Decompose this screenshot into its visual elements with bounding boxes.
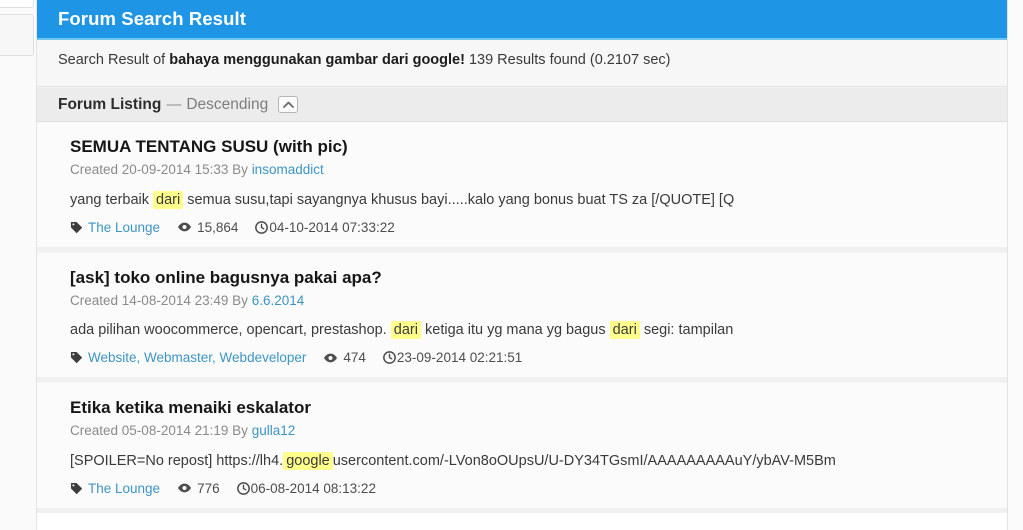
result-snippet: yang terbaik dari semua susu,tapi sayang… bbox=[70, 190, 986, 211]
result-author-link[interactable]: 6.6.2014 bbox=[252, 293, 305, 308]
result-tags-link[interactable]: The Lounge bbox=[88, 481, 160, 496]
result-date-group: 23-09-2014 02:21:51 bbox=[382, 350, 523, 366]
chevron-up-glyph bbox=[282, 101, 294, 108]
eye-glyph bbox=[178, 483, 192, 493]
eye-glyph bbox=[324, 353, 338, 362]
summary-query: bahaya menggunakan gambar dari google! bbox=[169, 52, 465, 68]
search-summary: Search Result of bahaya menggunakan gamb… bbox=[37, 40, 1007, 87]
result-meta: Website, Webmaster, Webdeveloper 474 23-… bbox=[70, 350, 986, 365]
snippet-highlight: google bbox=[283, 451, 333, 470]
result-views-group: 15,864 bbox=[177, 220, 238, 235]
forum-search-panel: Forum Search Result Search Result of bah… bbox=[36, 0, 1008, 530]
result-date: 04-10-2014 07:33:22 bbox=[269, 219, 395, 235]
result-date: 06-08-2014 08:13:22 bbox=[250, 480, 376, 496]
clock-glyph bbox=[382, 351, 396, 364]
snippet-text: semua susu,tapi sayangnya khusus bayi...… bbox=[183, 191, 735, 208]
result-created-line: Created 20-09-2014 15:33 By insomaddict bbox=[70, 160, 986, 180]
eye-icon bbox=[177, 482, 192, 494]
created-label: Created bbox=[70, 162, 119, 178]
result-views-count: 776 bbox=[197, 480, 220, 496]
clock-icon bbox=[255, 220, 269, 234]
snippet-text: yang terbaik bbox=[70, 191, 154, 208]
created-label: Created bbox=[70, 423, 119, 439]
sidebar-stub-top bbox=[0, 0, 34, 8]
result-tags-link[interactable]: Website, Webmaster, Webdeveloper bbox=[88, 350, 306, 365]
result-snippet: [SPOILER=No repost] https://lh4. google us… bbox=[70, 451, 986, 472]
left-sidebar-strip bbox=[0, 0, 36, 530]
by-label: By bbox=[232, 423, 248, 439]
snippet-highlight: dari bbox=[609, 321, 640, 340]
result-author-link[interactable]: insomaddict bbox=[252, 162, 324, 177]
listing-sort-order: Descending bbox=[186, 95, 269, 113]
search-results-list: SEMUA TENTANG SUSU (with pic) Created 20… bbox=[37, 122, 1007, 513]
by-label: By bbox=[232, 162, 248, 178]
listing-separator: — bbox=[166, 96, 182, 113]
result-tags-group: The Lounge bbox=[70, 220, 160, 235]
result-tags-group: The Lounge bbox=[70, 481, 160, 496]
search-result-item[interactable]: [ask] toko online bagusnya pakai apa? Cr… bbox=[37, 251, 1007, 383]
right-gutter bbox=[1008, 0, 1023, 530]
clock-glyph bbox=[236, 481, 250, 495]
snippet-text: ketiga itu yg mana yg bagus bbox=[420, 322, 610, 339]
snippet-highlight: dari bbox=[390, 321, 421, 340]
result-title-link[interactable]: [ask] toko online bagusnya pakai apa? bbox=[70, 268, 382, 287]
eye-icon bbox=[323, 352, 338, 364]
snippet-text: [SPOILER=No repost] https://lh4. bbox=[70, 452, 284, 469]
result-views-group: 776 bbox=[177, 481, 220, 496]
result-author-link[interactable]: gulla12 bbox=[252, 423, 296, 438]
snippet-text: usercontent.com/-LVon8oOUpsU/U-DY34TGsmI… bbox=[332, 452, 836, 469]
snippet-text: ada pilihan woocommerce, opencart, prest… bbox=[70, 322, 391, 339]
summary-suffix: 139 Results found (0.2107 sec) bbox=[464, 52, 671, 68]
created-date: 14-08-2014 23:49 bbox=[121, 292, 229, 308]
result-title: Etika ketika menaiki eskalator bbox=[70, 397, 986, 418]
result-created-line: Created 05-08-2014 21:19 By gulla12 bbox=[70, 421, 986, 441]
clock-icon bbox=[236, 481, 250, 495]
result-title: SEMUA TENTANG SUSU (with pic) bbox=[70, 136, 986, 157]
result-views-count: 474 bbox=[343, 350, 366, 366]
snippet-text: segi: tampilan bbox=[639, 322, 734, 339]
tag-glyph bbox=[70, 482, 83, 494]
by-label: By bbox=[232, 292, 248, 308]
snippet-highlight: dari bbox=[153, 190, 184, 209]
result-meta: The Lounge 15,864 04-10-2014 07:33:22 bbox=[70, 220, 986, 235]
result-created-line: Created 14-08-2014 23:49 By 6.6.2014 bbox=[70, 291, 986, 311]
tag-icon bbox=[70, 221, 83, 234]
result-views-count: 15,864 bbox=[197, 219, 239, 235]
tag-glyph bbox=[70, 221, 83, 233]
result-tags-group: Website, Webmaster, Webdeveloper bbox=[70, 350, 306, 365]
chevron-up-icon[interactable] bbox=[278, 96, 299, 113]
summary-prefix: Search Result of bbox=[58, 52, 170, 68]
tag-glyph bbox=[70, 352, 83, 364]
result-snippet: ada pilihan woocommerce, opencart, prest… bbox=[70, 320, 986, 341]
result-meta: The Lounge 776 06-08-2014 08:13:22 bbox=[70, 481, 986, 496]
result-views-group: 474 bbox=[323, 350, 366, 365]
sidebar-stub-panel bbox=[0, 14, 34, 56]
search-result-item[interactable]: Etika ketika menaiki eskalator Created 0… bbox=[37, 382, 1007, 513]
result-title: [ask] toko online bagusnya pakai apa? bbox=[70, 267, 986, 288]
result-title-link[interactable]: SEMUA TENTANG SUSU (with pic) bbox=[70, 137, 348, 156]
result-tags-link[interactable]: The Lounge bbox=[88, 220, 160, 235]
created-date: 20-09-2014 15:33 bbox=[121, 162, 229, 178]
created-date: 05-08-2014 21:19 bbox=[121, 423, 229, 439]
eye-icon bbox=[177, 221, 192, 233]
forum-listing-bar: Forum Listing — Descending bbox=[37, 87, 1007, 122]
result-date: 23-09-2014 02:21:51 bbox=[396, 350, 523, 366]
search-result-item[interactable]: SEMUA TENTANG SUSU (with pic) Created 20… bbox=[37, 122, 1007, 252]
panel-header: Forum Search Result bbox=[37, 0, 1007, 40]
forum-listing-label: Forum Listing bbox=[58, 95, 162, 113]
created-label: Created bbox=[70, 292, 119, 308]
result-date-group: 04-10-2014 07:33:22 bbox=[255, 219, 395, 235]
result-title-link[interactable]: Etika ketika menaiki eskalator bbox=[70, 398, 311, 417]
page-title: Forum Search Result bbox=[58, 8, 246, 29]
eye-glyph bbox=[178, 222, 192, 232]
clock-glyph bbox=[255, 220, 269, 234]
tag-icon bbox=[70, 351, 83, 364]
tag-icon bbox=[70, 482, 83, 495]
result-date-group: 06-08-2014 08:13:22 bbox=[236, 480, 376, 496]
clock-icon bbox=[382, 351, 396, 364]
